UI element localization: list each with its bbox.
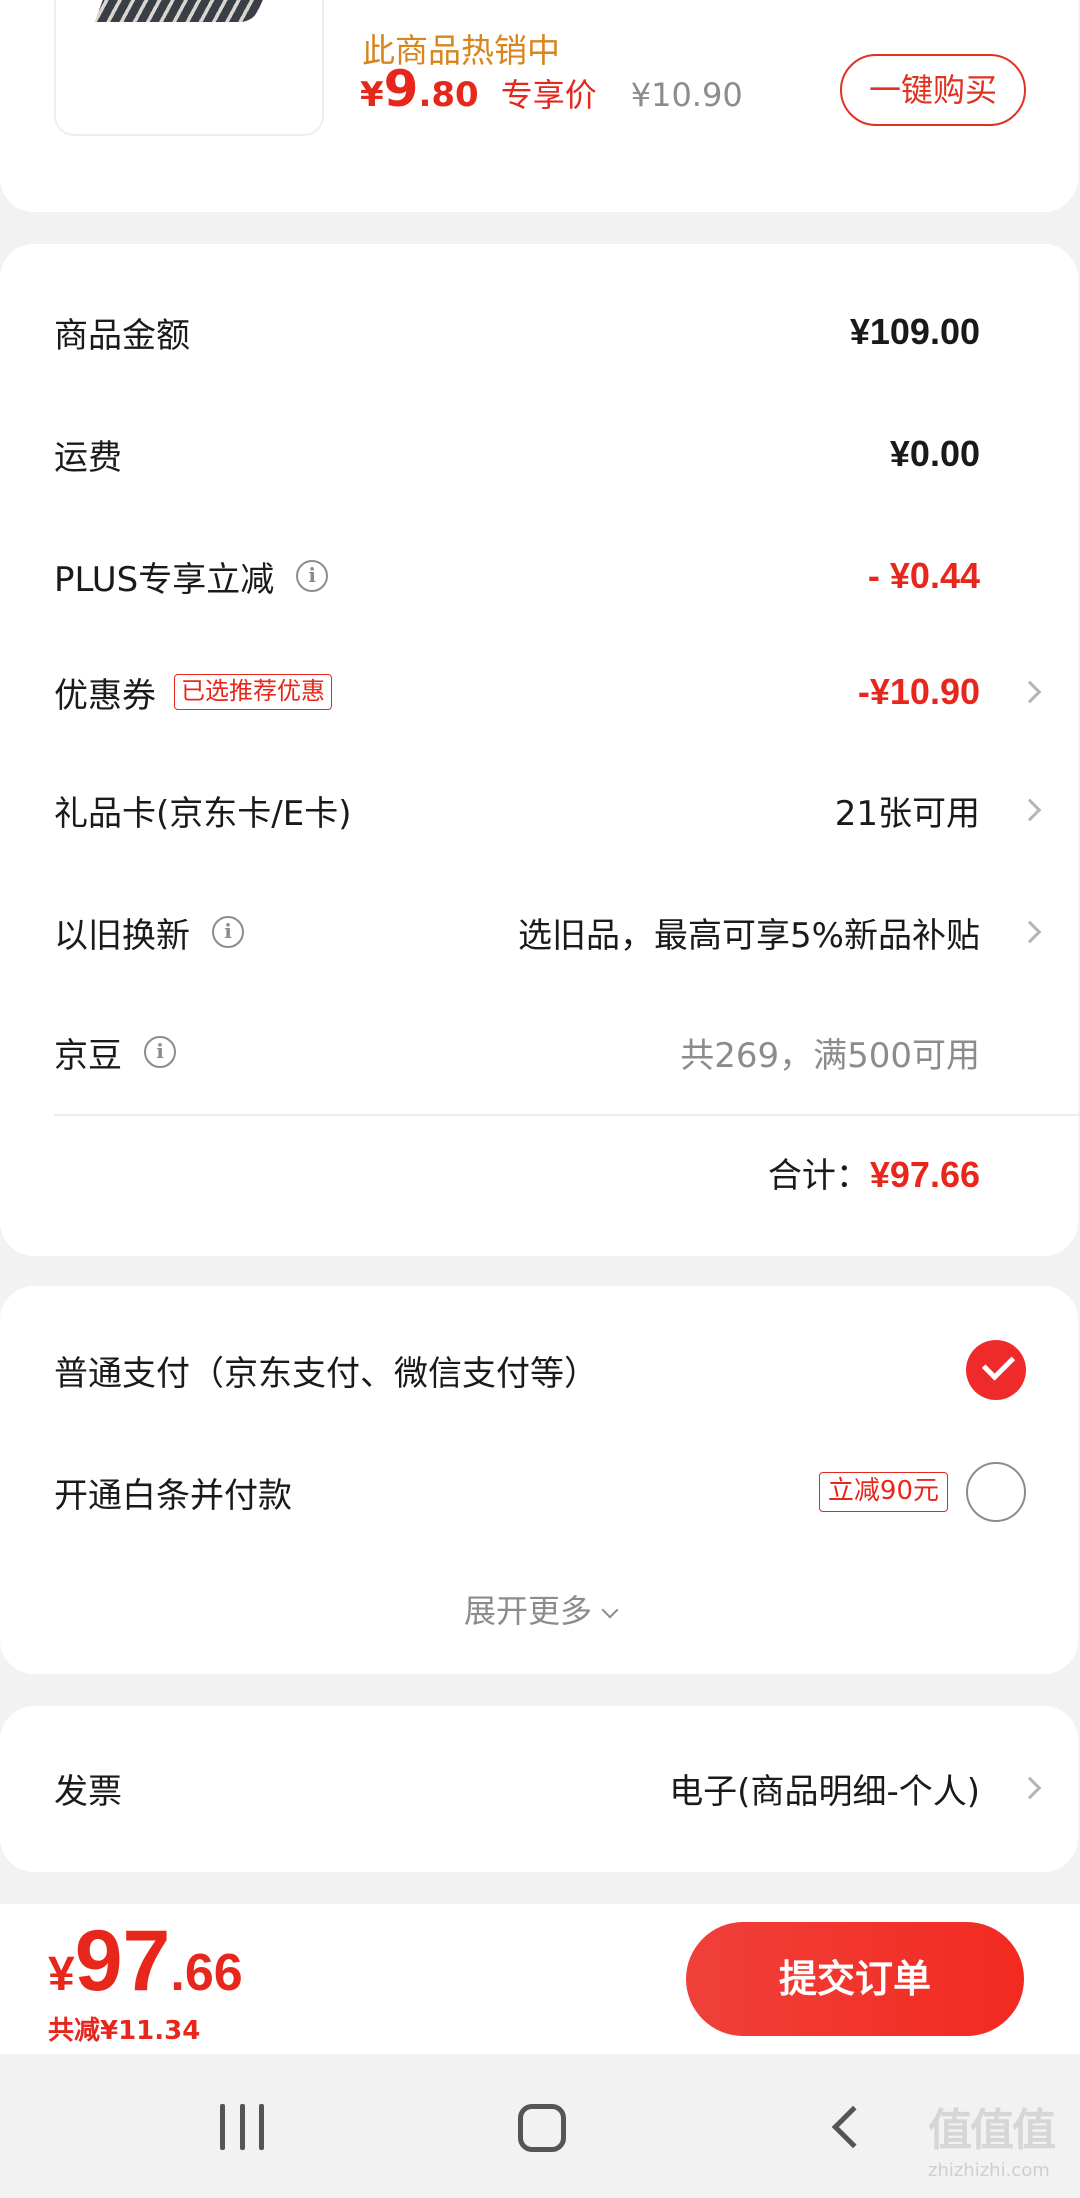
trade-in-value: 选旧品，最高可享5%新品补贴 [518,915,980,956]
submit-order-button[interactable]: 提交订单 [686,1922,1024,2036]
total-row: 合计： ¥97.66 [768,1148,980,1197]
check-icon[interactable] [966,1340,1026,1400]
normal-payment-label: 普通支付（京东支付、微信支付等） [54,1353,598,1394]
recent-apps-icon[interactable] [220,2104,264,2150]
shipping-value: ¥0.00 [889,433,980,474]
trade-in-label: 以旧换新 [54,915,190,956]
info-icon[interactable]: i [212,916,244,948]
jingdou-value: 共269，满500可用 [680,1035,980,1076]
order-summary-card [0,244,1078,1256]
price-integer: 9 [383,60,419,118]
goods-amount-label: 商品金额 [54,315,190,356]
invoice-value: 电子(商品明细-个人) [669,1771,980,1812]
product-thumbnail[interactable] [54,0,324,136]
shipping-row: 运费 ¥0.00 [54,414,980,494]
original-price: ¥10.90 [630,76,743,114]
coupon-recommended-badge: 已选推荐优惠 [174,674,332,710]
plus-discount-row: PLUS专享立减 i - ¥0.44 [54,536,980,616]
baitiao-payment-label: 开通白条并付款 [54,1475,292,1516]
trade-in-label-wrap: 以旧换新 i [54,908,244,957]
trade-in-row[interactable]: 以旧换新 i 选旧品，最高可享5%新品补贴 [54,892,1042,972]
gift-card-row[interactable]: 礼品卡(京东卡/E卡) 21张可用 [54,770,1042,850]
home-icon[interactable] [518,2104,566,2152]
jingdou-label-wrap: 京豆 i [54,1028,176,1077]
total-savings: 共减¥11.34 [48,2016,201,2046]
jingdou-row: 京豆 i 共269，满500可用 [54,1012,980,1092]
invoice-label: 发票 [54,1771,122,1812]
product-card: 此商品热销中 ¥ 9 .80 专享价 ¥10.90 一键购买 [0,0,1078,212]
price-decimal: .80 [418,75,479,115]
total-label: 合计： [767,1156,870,1196]
goods-amount-value: ¥109.00 [849,311,980,352]
plus-discount-label-wrap: PLUS专享立减 i [54,552,329,601]
gift-card-label: 礼品卡(京东卡/E卡) [54,793,352,834]
chevron-down-icon [601,1601,619,1619]
goods-amount-row: 商品金额 ¥109.00 [54,292,980,372]
final-price-currency: ¥ [48,1948,75,2001]
final-price-integer: 97 [74,1913,171,2009]
coupon-label-wrap: 优惠券 已选推荐优惠 [54,668,332,717]
exclusive-price-label: 专享价 [500,76,597,114]
checkout-bar: ¥ 97 .66 共减¥11.34 提交订单 [0,1904,1080,2054]
expand-more-label: 展开更多 [463,1592,592,1630]
jingdou-label: 京豆 [54,1035,122,1076]
coupon-value: -¥10.90 [857,671,980,712]
radio-unselected[interactable] [966,1462,1026,1522]
expand-more-button[interactable]: 展开更多 [0,1586,1080,1632]
gift-card-value: 21张可用 [834,793,980,834]
watermark-url: zhizhizhi.com [928,2160,1050,2181]
total-amount: ¥97.66 [869,1154,980,1195]
coupon-row[interactable]: 优惠券 已选推荐优惠 -¥10.90 [54,652,1042,732]
watermark-logo: 值值值 [928,2105,1056,2156]
invoice-row[interactable]: 发票 电子(商品明细-个人) [54,1748,1042,1828]
plus-discount-value: - ¥0.44 [867,555,980,596]
shipping-label: 运费 [54,437,122,478]
payment-option-normal[interactable]: 普通支付（京东支付、微信支付等） [54,1330,1026,1410]
system-navigation-bar: 值值值 zhizhizhi.com [0,2054,1080,2198]
info-icon[interactable]: i [296,560,329,592]
info-icon[interactable]: i [144,1036,176,1068]
coupon-label: 优惠券 [54,675,156,716]
final-price: ¥ 97 .66 [48,1912,243,2011]
product-image [94,0,278,22]
back-icon[interactable] [831,2105,875,2149]
summary-divider [54,1114,1080,1116]
final-price-decimal: .66 [170,1944,243,2002]
baitiao-discount-badge: 立减90元 [818,1472,948,1512]
product-price: ¥ 9 .80 专享价 ¥10.90 [360,60,743,130]
price-currency: ¥ [360,75,384,115]
plus-discount-label: PLUS专享立减 [54,559,275,600]
one-click-buy-button[interactable]: 一键购买 [840,54,1026,126]
